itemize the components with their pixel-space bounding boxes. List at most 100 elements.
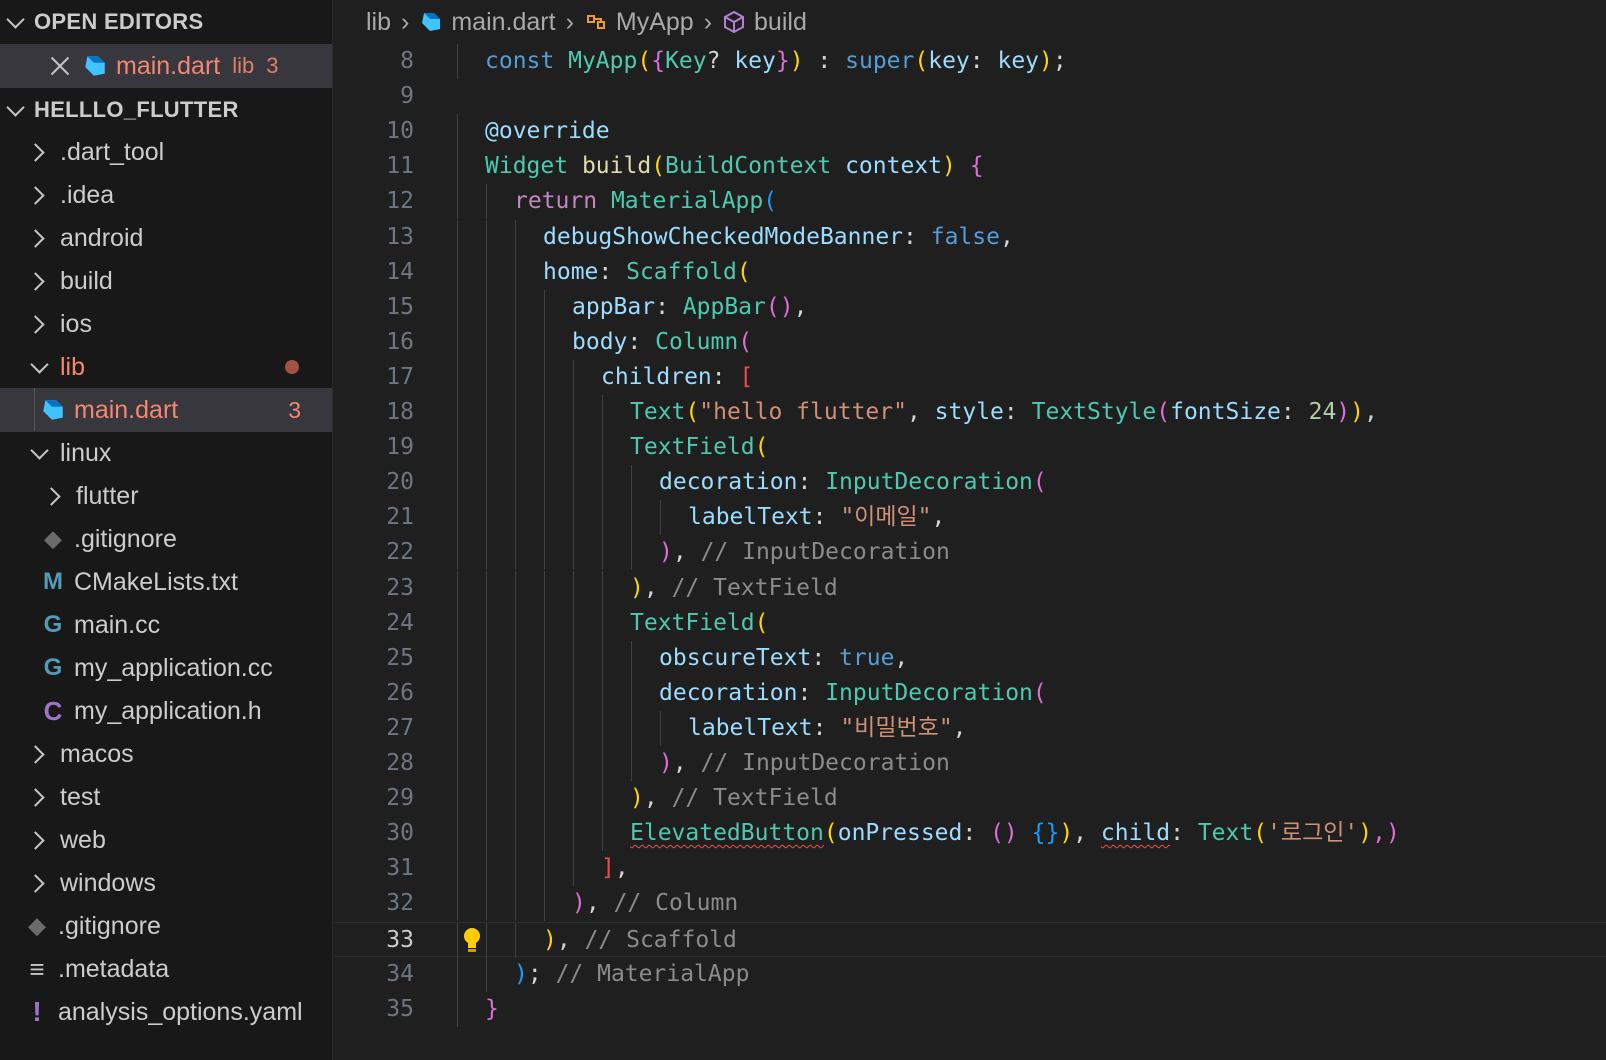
code-token: ) [1358,820,1373,847]
code-line[interactable]: 11 Widget build(BuildContext context) { [334,149,1606,185]
tree-item[interactable]: Gmain.cc [0,603,332,647]
code-line[interactable]: 20 decoration: InputDecoration( [334,465,1606,501]
tree-item[interactable]: lib [0,345,332,389]
indent-guide [544,359,545,395]
tree-item[interactable]: ≡ .metadata [0,947,332,991]
tree-item-label: analysis_options.yaml [58,997,303,1026]
indent-guide [544,324,545,360]
code-token: ( [763,188,778,215]
indent-guide [515,746,516,781]
code-line[interactable]: 9 [334,79,1606,114]
indent-guide [544,886,545,922]
tree-item[interactable]: linux [0,431,332,475]
code-line[interactable]: 31], [334,851,1606,887]
code-line[interactable]: 35} [334,991,1606,1027]
tree-item[interactable]: .dart_tool [0,130,332,174]
code-token: : [1170,820,1198,847]
line-number: 12 [386,188,414,215]
code-text: ), // InputDecoration [659,535,950,570]
code-line[interactable]: 13 debugShowCheckedModeBanner: false, [334,219,1606,255]
code-line[interactable]: 8 const MyApp({Key? key}) : super(key: ke… [334,44,1606,79]
tree-item[interactable]: ! analysis_options.yaml [0,990,332,1034]
open-editors-header[interactable]: OPEN EDITORS [0,2,332,42]
tree-item[interactable]: build [0,259,332,303]
code-text: const MyApp({Key? key}) : super(key: key… [485,44,1067,79]
code-editor[interactable]: 8 const MyApp({Key? key}) : super(key: ke… [334,44,1606,1060]
code-token: // Scaffold [584,926,737,953]
code-text: obscureText: true, [659,641,908,676]
code-text: children: [ [601,360,753,395]
code-line[interactable]: 34); // MaterialApp [334,956,1606,992]
code-token: : [811,644,840,671]
indent-guide [457,500,458,536]
project-header[interactable]: HELLLO_FLUTTER [0,90,332,130]
code-token: Text [630,399,686,425]
code-line[interactable]: 10 @override [334,114,1606,150]
lightbulb-icon[interactable] [462,926,482,954]
code-token: ] [601,855,615,882]
code-line[interactable]: 33), // Scaffold [334,921,1606,958]
code-line[interactable]: 12 return MaterialApp( [334,184,1606,220]
breadcrumb-main-dart[interactable]: main.dart [451,8,555,37]
tree-item[interactable]: macos [0,732,332,776]
code-line[interactable]: 17 children: [ [334,359,1606,395]
tree-item[interactable]: ◆ .gitignore [0,517,332,561]
code-line[interactable]: 19 TextField( [334,430,1606,466]
tree-item[interactable]: Cmy_application.h [0,689,332,733]
tree-item[interactable]: ◆ .gitignore [0,904,332,948]
tree-item[interactable]: ios [0,302,332,346]
tree-item[interactable]: android [0,216,332,260]
code-line[interactable]: 22), // InputDecoration [334,535,1606,571]
tree-item[interactable]: main.dart 3 [0,388,332,432]
code-token: ) [1039,48,1053,74]
code-line[interactable]: 27 labelText: "비밀번호", [334,710,1606,746]
code-line[interactable]: 24 TextField( [334,605,1606,641]
indent-guide [486,324,487,360]
tree-item-label: ios [60,309,92,338]
open-editor-main-dart[interactable]: main.dart lib 3 [0,44,332,88]
indent-guide [602,675,603,711]
tree-item-label: main.cc [74,610,161,639]
breadcrumb-build[interactable]: build [754,8,807,37]
code-token: ( [685,399,700,425]
tree-item[interactable]: Gmy_application.cc [0,646,332,690]
code-token: , [894,644,909,671]
indent-guide [457,570,458,606]
tree-item[interactable]: web [0,818,332,862]
indent-guide [486,465,487,501]
code-line[interactable]: 29), // TextField [334,781,1606,817]
code-line[interactable]: 14 home: Scaffold( [334,254,1606,290]
code-token: () [765,293,794,320]
code-line[interactable]: 15 appBar: AppBar(), [334,289,1606,325]
code-line[interactable]: 16 body: Column( [334,324,1606,360]
close-icon[interactable] [46,52,74,80]
tree-item[interactable]: flutter [0,474,332,518]
code-line[interactable]: 32), // Column [334,886,1606,922]
code-token: , [1073,820,1101,847]
breadcrumb-myapp[interactable]: MyApp [616,8,694,37]
indent-guide [457,430,458,466]
code-line[interactable]: 21 labelText: "이메일", [334,500,1606,536]
code-token: key [928,48,970,74]
tree-item[interactable]: windows [0,861,332,905]
code-line[interactable]: 18 Text("hello flutter", style: TextStyle… [334,395,1606,430]
code-token: : [962,820,991,847]
indent-guide [573,500,574,536]
tree-item[interactable]: test [0,775,332,819]
code-line[interactable]: 28), // InputDecoration [334,746,1606,781]
code-token: Widget [485,153,582,180]
indent-guide [602,816,603,852]
indent-guide [486,922,487,958]
tree-item[interactable]: M CMakeLists.txt [0,560,332,604]
code-line[interactable]: 26 decoration: InputDecoration( [334,675,1606,711]
code-line[interactable]: 23), // TextField [334,570,1606,606]
code-line[interactable]: 25 obscureText: true, [334,640,1606,676]
indent-guide [573,359,574,395]
line-number: 11 [386,153,414,180]
breadcrumb-lib[interactable]: lib [366,8,391,37]
code-text: body: Column( [572,325,752,360]
indent-guide [544,395,545,430]
code-line[interactable]: 30 ElevatedButton(onPressed: () {}), chil… [334,816,1606,852]
tree-item[interactable]: .idea [0,173,332,217]
code-token: () [990,820,1032,847]
